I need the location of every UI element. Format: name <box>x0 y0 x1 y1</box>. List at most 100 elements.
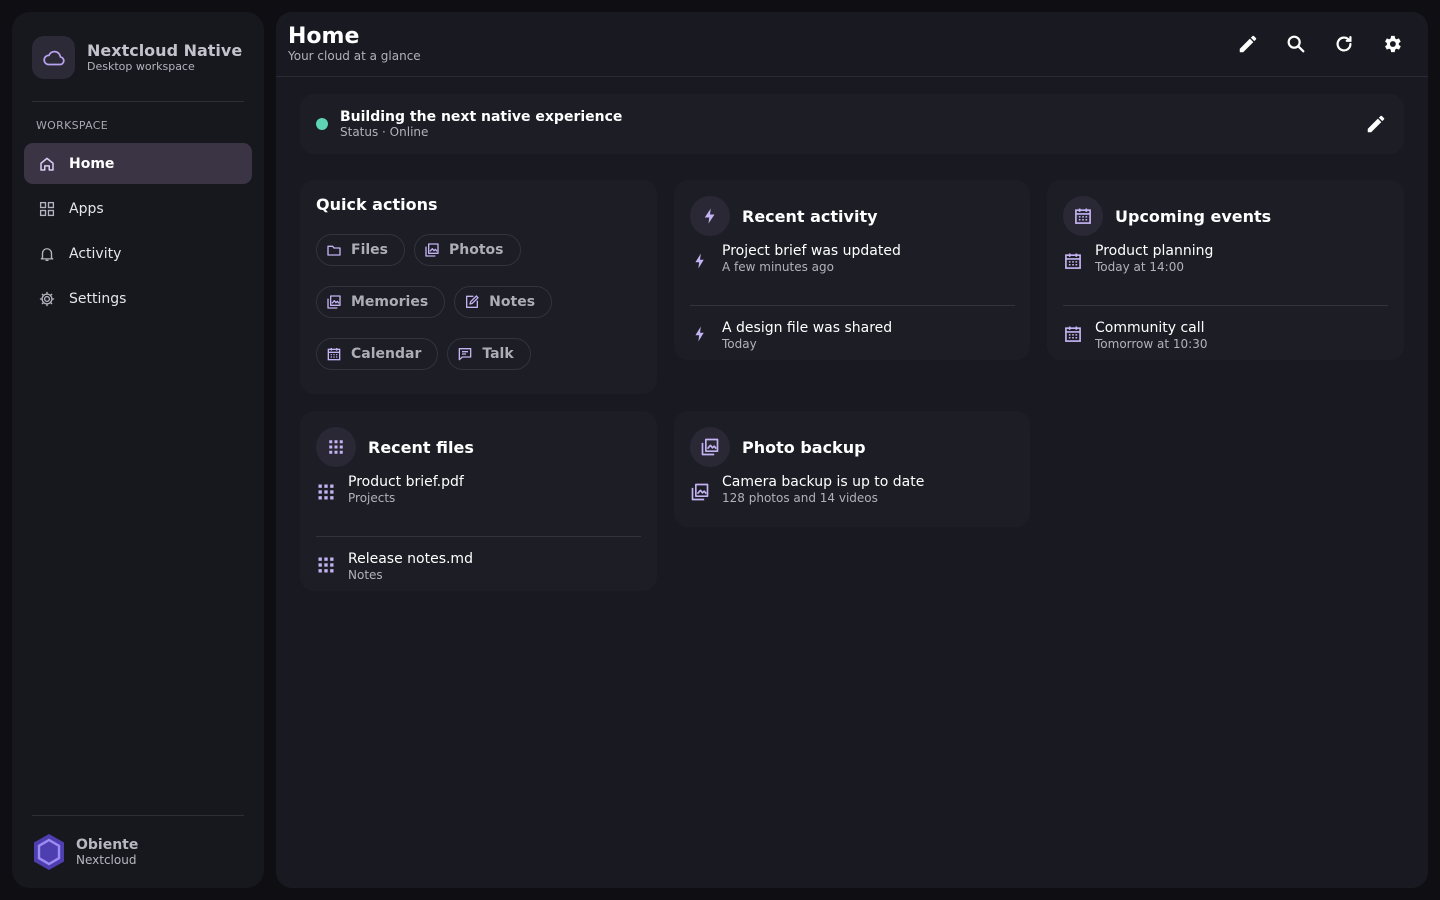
sidebar-nav: Home Apps Activity Settings <box>24 143 252 323</box>
settings-icon <box>1381 33 1403 55</box>
card-title: Upcoming events <box>1115 206 1272 226</box>
apps-grid-icon <box>316 555 336 575</box>
list-item[interactable]: Project brief was updated A few minutes … <box>690 242 1015 305</box>
image-icon <box>690 427 730 467</box>
item-subtitle: A few minutes ago <box>722 260 834 274</box>
image-icon <box>326 294 342 310</box>
quick-actions-list: Files Photos Memories Notes Calendar Tal… <box>316 234 646 390</box>
search-icon <box>1285 33 1307 55</box>
toolbar <box>1216 28 1408 60</box>
item-title: Product brief.pdf <box>348 474 464 490</box>
list-item[interactable]: Product brief.pdf Projects <box>316 473 641 536</box>
settings-button[interactable] <box>1376 28 1408 60</box>
events-list: Product planning Today at 14:00 Communit… <box>1063 242 1388 368</box>
list-item[interactable]: Community call Tomorrow at 10:30 <box>1063 305 1388 368</box>
user-account: Nextcloud <box>76 853 137 867</box>
list-item[interactable]: A design file was shared Today <box>690 305 1015 368</box>
lightning-icon <box>690 196 730 236</box>
calendar-icon <box>1063 196 1103 236</box>
status-subtitle: Status · Online <box>340 125 429 139</box>
sidebar-divider <box>32 815 244 816</box>
sidebar-item-label: Home <box>69 155 115 172</box>
quick-action-label: Photos <box>449 242 504 258</box>
card-title: Quick actions <box>316 195 438 214</box>
quick-action-label: Calendar <box>351 346 422 362</box>
page-title: Home <box>288 24 360 49</box>
lightning-icon <box>690 324 710 344</box>
item-title: Camera backup is up to date <box>722 474 925 490</box>
calendar-icon <box>1063 324 1083 344</box>
section-label: WORKSPACE <box>36 119 108 132</box>
refresh-icon <box>1333 33 1355 55</box>
item-title: Community call <box>1095 320 1205 336</box>
sidebar-item-settings[interactable]: Settings <box>24 278 252 319</box>
quick-actions-card: Quick actions Files Photos Memories Note… <box>300 180 657 394</box>
edit-icon <box>1365 113 1387 135</box>
card-title: Photo backup <box>742 437 866 457</box>
item-title: Project brief was updated <box>722 243 901 259</box>
quick-action-memories[interactable]: Memories <box>316 286 446 318</box>
brand[interactable]: Nextcloud Native Desktop workspace <box>32 36 242 79</box>
item-subtitle: Today at 14:00 <box>1095 260 1184 274</box>
bell-icon <box>38 245 56 263</box>
quick-action-label: Talk <box>482 346 514 362</box>
page-subtitle: Your cloud at a glance <box>288 49 421 63</box>
list-item[interactable]: Product planning Today at 14:00 <box>1063 242 1388 305</box>
quick-action-label: Memories <box>351 294 429 310</box>
backup-list: Camera backup is up to date 128 photos a… <box>690 473 1015 536</box>
cloud-icon <box>32 36 75 79</box>
edit-button[interactable] <box>1232 28 1264 60</box>
search-button[interactable] <box>1280 28 1312 60</box>
item-subtitle: Today <box>722 337 757 351</box>
item-title: A design file was shared <box>722 320 893 336</box>
activity-list: Project brief was updated A few minutes … <box>690 242 1015 368</box>
list-item[interactable]: Release notes.md Notes <box>316 536 641 599</box>
sidebar-item-apps[interactable]: Apps <box>24 188 252 229</box>
page-header: Home Your cloud at a glance <box>288 24 421 64</box>
card-title: Recent activity <box>742 206 878 226</box>
quick-action-label: Files <box>351 242 388 258</box>
refresh-button[interactable] <box>1328 28 1360 60</box>
user-name: Obiente <box>76 837 139 853</box>
sidebar-item-label: Settings <box>69 290 127 307</box>
sidebar-divider <box>32 101 244 102</box>
sidebar-item-home[interactable]: Home <box>24 143 252 184</box>
home-icon <box>38 155 56 173</box>
upcoming-events-card: Upcoming events Product planning Today a… <box>1047 180 1404 360</box>
status-card: Building the next native experience Stat… <box>300 94 1404 154</box>
quick-action-files[interactable]: Files <box>316 234 405 266</box>
edit-status-button[interactable] <box>1362 110 1390 138</box>
quick-action-photos[interactable]: Photos <box>414 234 521 266</box>
chat-icon <box>457 346 473 362</box>
image-icon <box>424 242 440 258</box>
folder-icon <box>326 242 342 258</box>
quick-action-notes[interactable]: Notes <box>454 286 553 318</box>
item-title: Product planning <box>1095 243 1214 259</box>
edit-icon <box>1237 33 1259 55</box>
quick-action-calendar[interactable]: Calendar <box>316 338 439 370</box>
item-subtitle: Tomorrow at 10:30 <box>1095 337 1208 351</box>
item-subtitle: 128 photos and 14 videos <box>722 491 878 505</box>
app-subtitle: Desktop workspace <box>87 60 195 73</box>
apps-grid-icon <box>316 427 356 467</box>
hexagon-logo-icon <box>32 833 66 871</box>
recent-files-card: Recent files Product brief.pdf Projects <box>300 411 657 591</box>
quick-action-talk[interactable]: Talk <box>447 338 531 370</box>
header-divider <box>276 76 1428 77</box>
sidebar: Nextcloud Native Desktop workspace WORKS… <box>12 12 264 888</box>
calendar-icon <box>326 346 342 362</box>
main-panel: Home Your cloud at a glance Building the… <box>276 12 1428 888</box>
files-list: Product brief.pdf Projects Release notes… <box>316 473 641 599</box>
sidebar-item-activity[interactable]: Activity <box>24 233 252 274</box>
app-name: Nextcloud Native <box>87 41 243 60</box>
sidebar-item-label: Activity <box>69 245 122 262</box>
apps-grid-icon <box>316 482 336 502</box>
image-icon <box>690 482 710 502</box>
user-profile[interactable]: Obiente Nextcloud <box>32 833 138 871</box>
card-title: Recent files <box>368 437 474 457</box>
grid-icon <box>38 200 56 218</box>
list-item[interactable]: Camera backup is up to date 128 photos a… <box>690 473 1015 536</box>
status-title: Building the next native experience <box>340 109 623 125</box>
item-title: Release notes.md <box>348 551 473 567</box>
lightning-icon <box>690 251 710 271</box>
